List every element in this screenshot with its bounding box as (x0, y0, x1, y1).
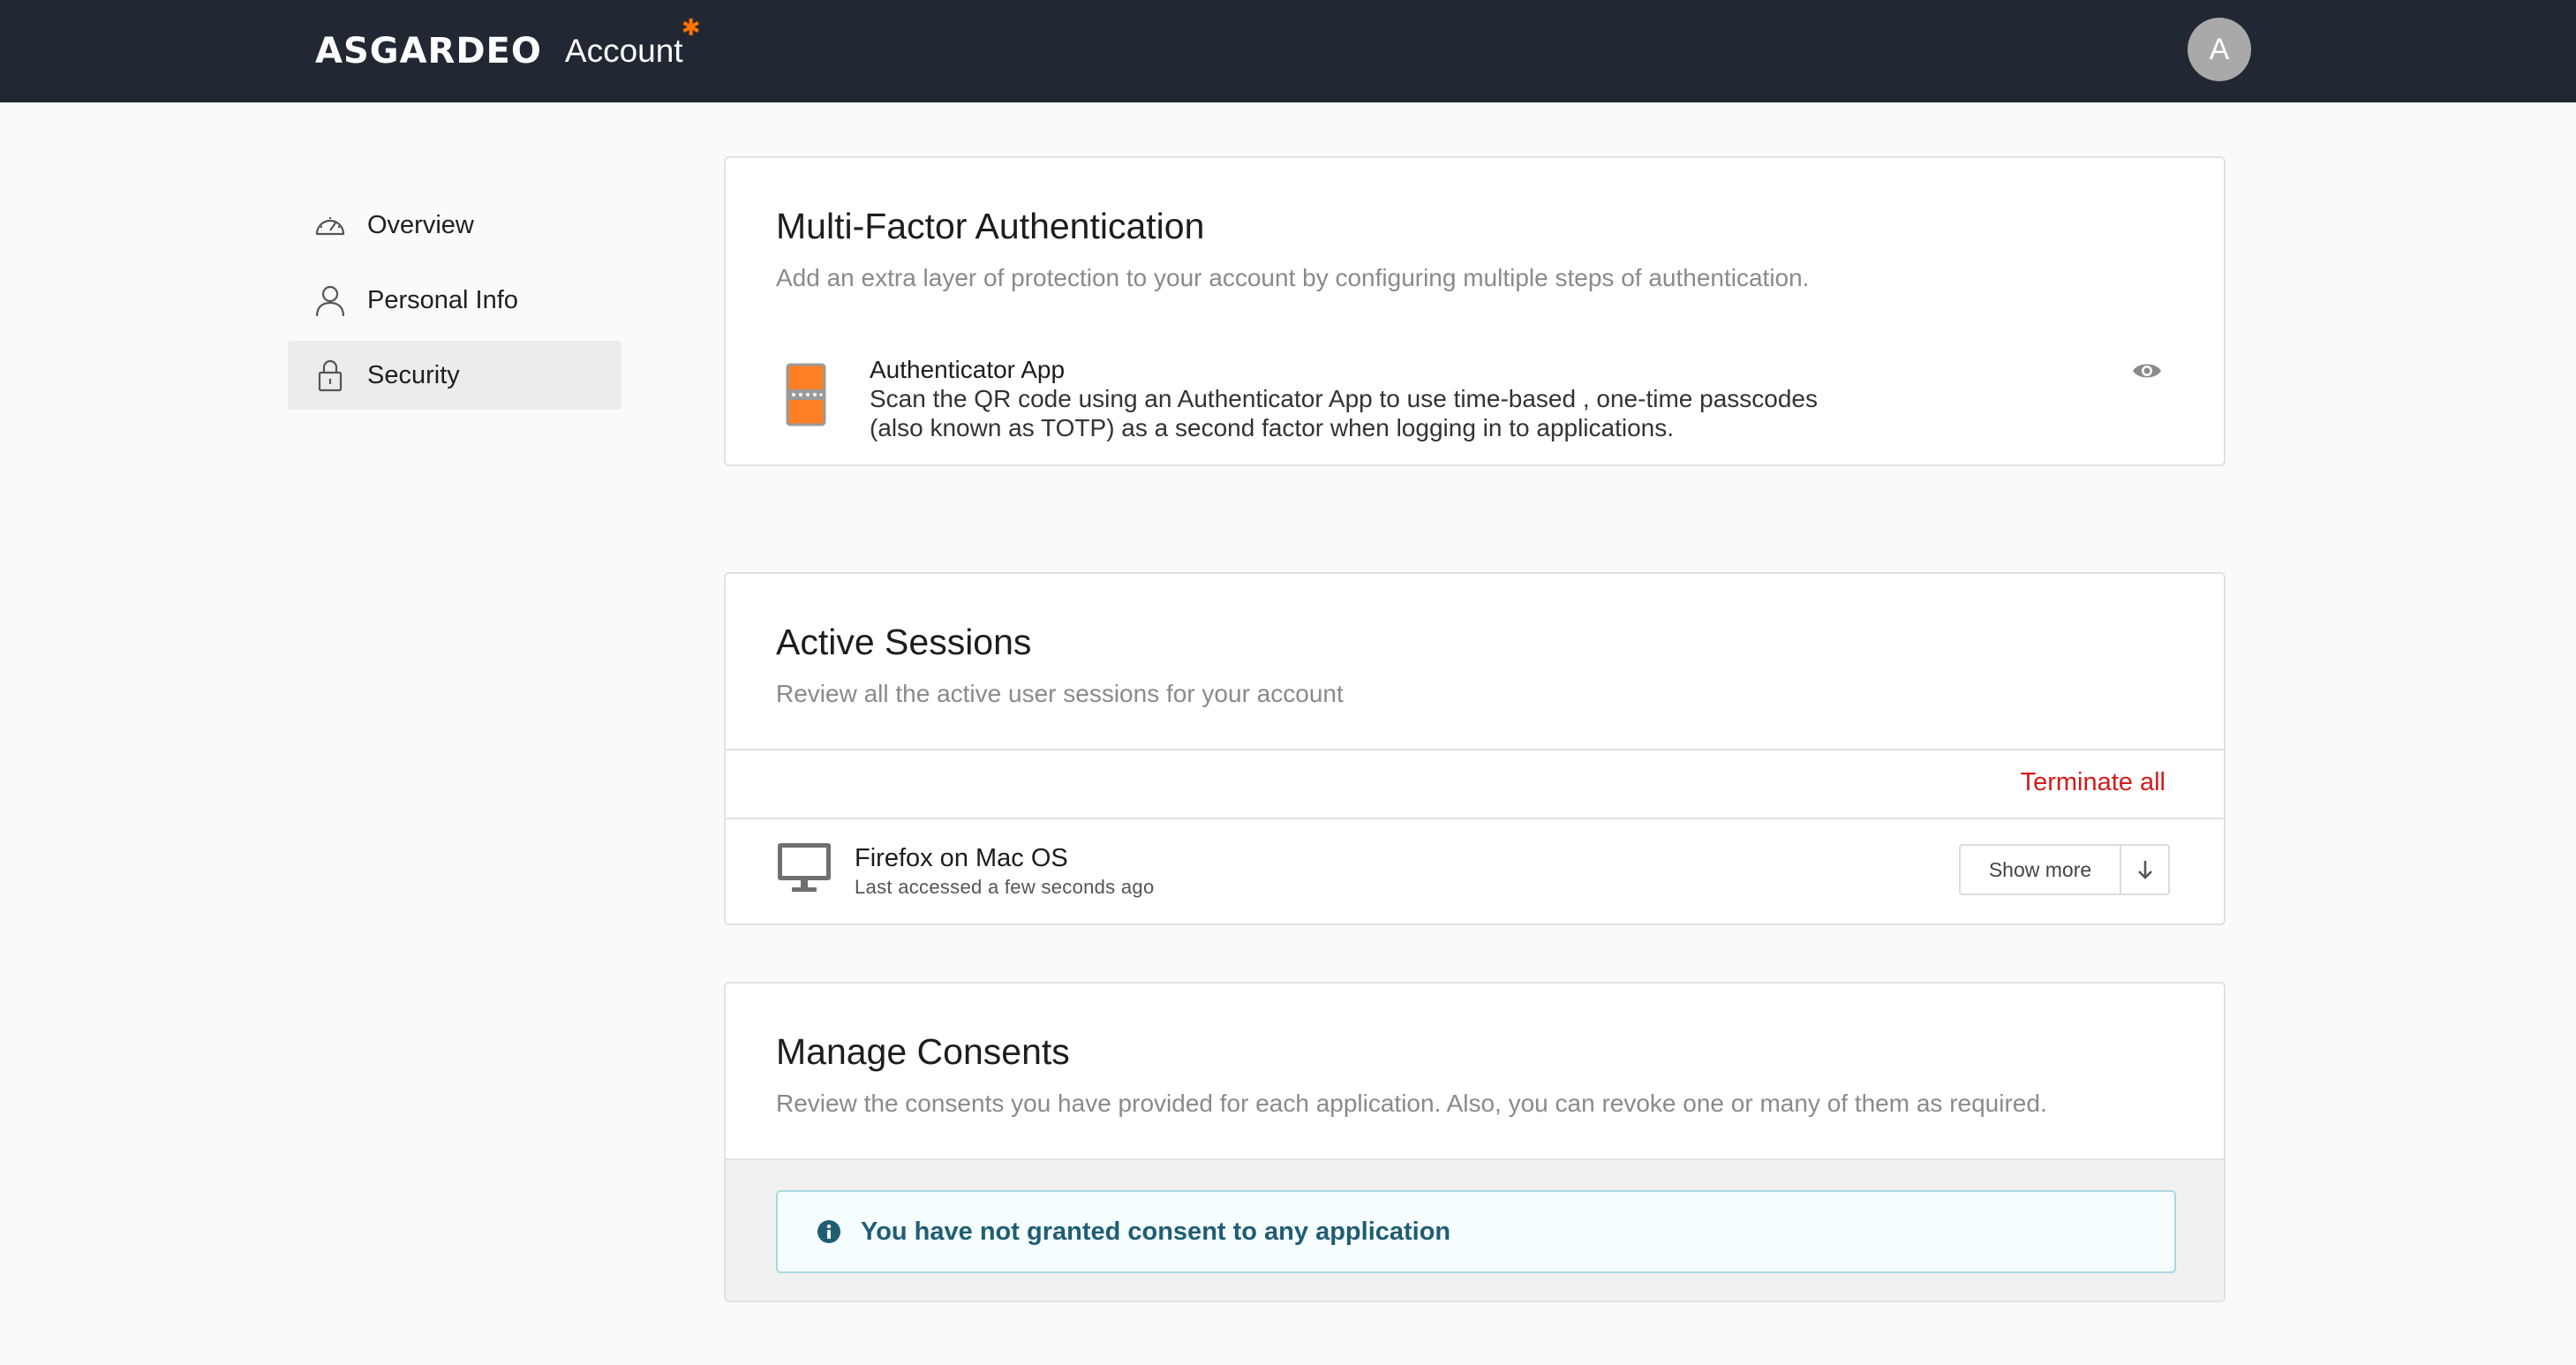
sessions-subtitle: Review all the active user sessions for … (776, 680, 1344, 707)
brand-star-icon: ✱ (681, 14, 701, 41)
sidebar: Overview Personal Info Security (288, 191, 621, 416)
authenticator-app-name: Authenticator App (870, 356, 1066, 383)
mfa-title: Multi-Factor Authentication (776, 206, 1205, 246)
brand-logo[interactable]: ASGARDEO ✱ Account (315, 14, 701, 78)
info-icon (817, 1219, 841, 1244)
divider (726, 818, 2224, 819)
top-bar: ASGARDEO ✱ Account A (0, 0, 2576, 102)
avatar-letter: A (2209, 32, 2230, 66)
authenticator-description-line: Scan the QR code using an Authenticator … (870, 385, 1818, 412)
consents-title: Manage Consents (776, 1031, 1070, 1072)
sidebar-item-label: Personal Info (367, 285, 518, 314)
sidebar-item-label: Security (367, 360, 460, 389)
mfa-card: Multi-Factor Authentication Add an extra… (724, 156, 2226, 466)
mfa-subtitle: Add an extra layer of protection to your… (776, 264, 1810, 291)
speedometer-icon (311, 206, 350, 245)
sidebar-item-label: Overview (367, 210, 474, 239)
brand-suffix: Account (564, 33, 683, 69)
info-message: You have not granted consent to any appl… (776, 1190, 2176, 1273)
authenticator-app-icon (786, 363, 826, 426)
authenticator-app-description: Scan the QR code using an Authenticator … (870, 384, 1929, 442)
info-message-text: You have not granted consent to any appl… (861, 1217, 1451, 1246)
show-more-button[interactable]: Show more (1959, 844, 2170, 895)
consents-body: You have not granted consent to any appl… (726, 1158, 2224, 1301)
consents-subtitle: Review the consents you have provided fo… (776, 1090, 2047, 1117)
show-more-label: Show more (1961, 846, 2121, 894)
sidebar-item-overview[interactable]: Overview (288, 191, 621, 260)
session-name: Firefox on Mac OS (855, 844, 1068, 872)
manage-consents-card: Manage Consents Review the consents you … (724, 982, 2226, 1302)
user-icon (311, 281, 350, 320)
lock-icon (311, 356, 350, 395)
session-last-accessed: Last accessed a few seconds ago (855, 876, 1155, 898)
divider (726, 749, 2224, 750)
desktop-monitor-icon (776, 841, 832, 894)
brand-name: ASGARDEO (315, 31, 542, 72)
eye-icon[interactable] (2131, 359, 2163, 382)
terminate-all-button[interactable]: Terminate all (2021, 768, 2165, 797)
sidebar-item-personal-info[interactable]: Personal Info (288, 266, 621, 335)
arrow-down-icon (2121, 846, 2168, 894)
authenticator-description-line: (also known as TOTP) as a second factor … (870, 414, 1675, 441)
avatar[interactable]: A (2188, 18, 2251, 81)
active-sessions-card: Active Sessions Review all the active us… (724, 572, 2226, 925)
sidebar-item-security[interactable]: Security (288, 341, 621, 410)
sessions-title: Active Sessions (776, 622, 1032, 662)
